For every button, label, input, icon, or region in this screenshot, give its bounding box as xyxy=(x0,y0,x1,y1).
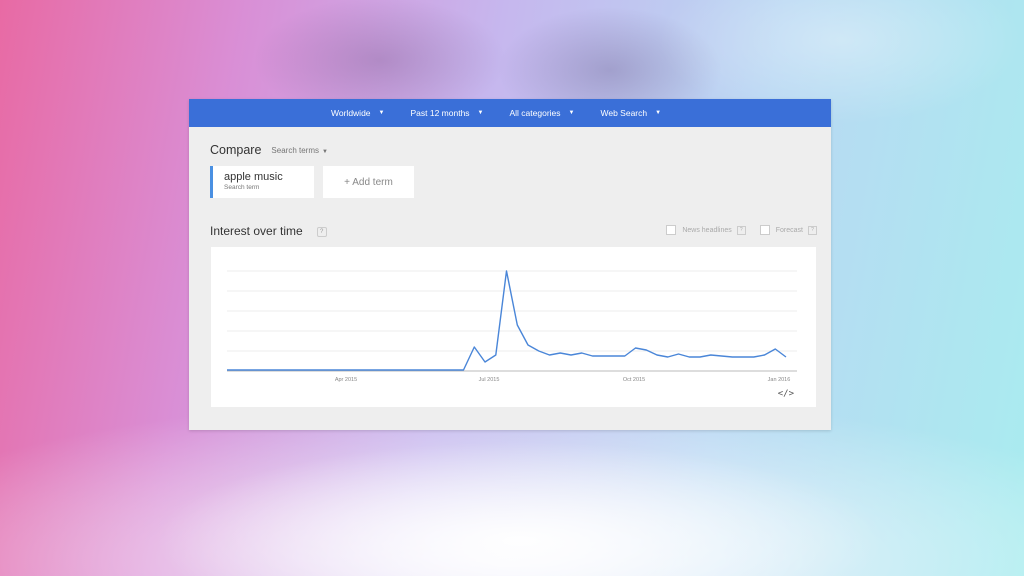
compare-title: Compare xyxy=(210,143,262,157)
caret-down-icon: ▼ xyxy=(655,110,662,116)
x-tick-label: Oct 2015 xyxy=(623,377,645,383)
news-headlines-option[interactable]: News headlines ? xyxy=(666,225,746,235)
news-headlines-label: News headlines xyxy=(682,226,732,234)
search-terms-dropdown[interactable]: Search terms ▼ xyxy=(271,146,328,155)
forecast-checkbox[interactable] xyxy=(759,225,770,235)
help-icon[interactable]: ? xyxy=(316,226,327,237)
x-tick-label: Jul 2015 xyxy=(479,377,500,383)
filter-bar: Worldwide ▼ Past 12 months ▼ All categor… xyxy=(189,99,831,127)
search-term-card[interactable]: apple music Search term xyxy=(210,166,314,198)
forecast-option[interactable]: Forecast ? xyxy=(759,225,817,235)
trends-window: Worldwide ▼ Past 12 months ▼ All categor… xyxy=(189,99,831,430)
caret-down-icon: ▼ xyxy=(378,110,385,116)
forecast-label: Forecast xyxy=(775,226,803,234)
filter-time-range[interactable]: Past 12 months ▼ xyxy=(410,108,483,118)
interest-chart-card: Apr 2015 Jul 2015 Oct 2015 Jan 2016 </> xyxy=(211,247,816,407)
caret-down-icon: ▼ xyxy=(477,110,484,116)
search-terms-label: Search terms xyxy=(271,145,319,155)
search-term-subtitle: Search term xyxy=(224,184,260,191)
filter-location[interactable]: Worldwide ▼ xyxy=(331,108,384,118)
news-headlines-checkbox[interactable] xyxy=(666,225,677,235)
add-term-button[interactable]: + Add term xyxy=(323,166,414,198)
x-tick-label: Apr 2015 xyxy=(335,377,357,383)
compare-header: Compare Search terms ▼ xyxy=(210,143,328,157)
x-tick-label: Jan 2016 xyxy=(768,377,791,383)
filter-search-type-label: Web Search xyxy=(600,108,648,118)
interest-title: Interest over time xyxy=(210,224,303,238)
caret-down-icon: ▼ xyxy=(568,110,575,116)
help-icon[interactable]: ? xyxy=(736,225,746,235)
filter-category-label: All categories xyxy=(509,108,561,118)
interest-over-time-heading: Interest over time? xyxy=(210,224,327,238)
filter-category[interactable]: All categories ▼ xyxy=(510,108,575,118)
filter-time-range-label: Past 12 months xyxy=(410,108,470,118)
chart-options: News headlines ? Forecast ? xyxy=(652,225,817,235)
embed-code-icon[interactable]: </> xyxy=(778,389,794,399)
help-icon[interactable]: ? xyxy=(808,225,817,235)
filter-search-type[interactable]: Web Search ▼ xyxy=(600,108,661,118)
search-term-name: apple music xyxy=(224,171,283,183)
caret-down-icon: ▼ xyxy=(322,148,328,155)
interest-chart: Apr 2015 Jul 2015 Oct 2015 Jan 2016 xyxy=(227,270,797,383)
series-line xyxy=(227,270,787,371)
filter-location-label: Worldwide xyxy=(331,108,371,118)
